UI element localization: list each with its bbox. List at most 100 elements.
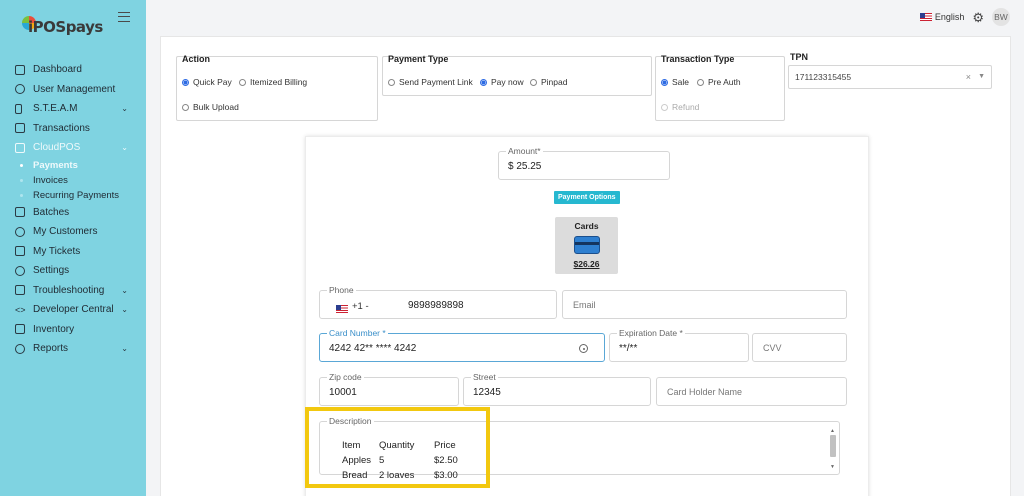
card-holder-name-field[interactable]: Card Holder Name — [656, 377, 847, 406]
sidebar-item-reports[interactable]: Reports ⌄ — [0, 339, 146, 359]
sidebar-item-label: Batches — [33, 206, 70, 218]
sidebar-subitem-label: Invoices — [33, 174, 68, 186]
main-panel: Action Quick Pay Itemized Billing Bulk U… — [160, 36, 1011, 496]
email-field[interactable]: Email — [562, 290, 847, 319]
inventory-icon — [15, 324, 25, 335]
sidebar-item-transactions[interactable]: Transactions — [0, 119, 146, 139]
app-logo[interactable]: iPOSpays — [22, 14, 103, 40]
radio-indicator — [530, 78, 537, 86]
radio-bulk-upload[interactable]: Bulk Upload — [182, 102, 239, 112]
sidebar-item-label: My Customers — [33, 226, 98, 238]
radio-quick-pay[interactable]: Quick Pay — [182, 77, 232, 87]
sidebar-item-batches[interactable]: Batches — [0, 203, 146, 223]
credit-card-icon — [574, 236, 600, 254]
textarea-scrollbar[interactable]: ▲ ▼ — [829, 428, 837, 470]
cvv-field[interactable]: CVV — [752, 333, 847, 362]
radio-itemized-billing[interactable]: Itemized Billing — [239, 77, 307, 87]
phone-field[interactable]: Phone +1 - 9898989898 — [319, 285, 557, 319]
sidebar-subitem-recurring-payments[interactable]: Recurring Payments — [0, 188, 146, 203]
expiration-date-field[interactable]: Expiration Date * **/** — [609, 328, 749, 362]
sidebar-item-user-management[interactable]: User Management — [0, 80, 146, 100]
radio-label: Sale — [672, 77, 690, 87]
street-field[interactable]: Street 12345 — [463, 372, 651, 406]
toolbox-icon — [15, 285, 25, 296]
radio-indicator — [388, 78, 395, 86]
sidebar-subitem-payments[interactable]: Payments — [0, 158, 146, 173]
cloud-pos-icon — [15, 142, 25, 153]
sidebar-item-label: Settings — [33, 265, 70, 277]
chevron-down-icon: ⌄ — [121, 305, 128, 314]
sidebar-item-label: Inventory — [33, 323, 75, 335]
email-placeholder: Email — [573, 300, 596, 310]
radio-pre-auth[interactable]: Pre Auth — [697, 77, 741, 87]
sidebar-item-label: Developer Central — [33, 304, 114, 316]
chevron-down-icon: ⌄ — [121, 285, 128, 295]
scroll-down-icon[interactable]: ▼ — [830, 464, 835, 470]
sidebar-nav: Dashboard User Management S.T.E.A.M ⌄ Tr… — [0, 60, 146, 359]
card-holder-name-placeholder: Card Holder Name — [667, 387, 743, 397]
card-number-label: Card Number * — [327, 328, 388, 338]
sidebar-item-dashboard[interactable]: Dashboard — [0, 60, 146, 80]
action-group-title: Action — [182, 54, 210, 64]
amount-field[interactable]: Amount* $ 25.25 — [498, 146, 670, 180]
device-icon — [15, 103, 22, 114]
sidebar-item-cloudpos[interactable]: CloudPOS ⌄ — [0, 138, 146, 158]
radio-indicator — [697, 78, 704, 86]
code-icon: <> — [15, 304, 26, 315]
sidebar-item-label: Troubleshooting — [33, 284, 105, 296]
cvv-placeholder: CVV — [763, 343, 782, 353]
sidebar-subitem-label: Recurring Payments — [33, 189, 120, 201]
tpn-value: 171123315455 — [795, 72, 852, 82]
sidebar-item-developer-central[interactable]: <> Developer Central ⌄ — [0, 300, 146, 320]
sidebar-item-inventory[interactable]: Inventory — [0, 320, 146, 340]
radio-label: Pinpad — [541, 77, 568, 87]
sidebar-item-steam[interactable]: S.T.E.A.M ⌄ — [0, 99, 146, 119]
topbar-actions: English ⚙ BW — [919, 8, 1010, 26]
avatar[interactable]: BW — [992, 8, 1010, 26]
card-number-value: 4242 42** **** 4242 — [329, 343, 417, 354]
scrollbar-thumb[interactable] — [830, 435, 836, 457]
chevron-down-icon[interactable]: ▼ — [978, 73, 985, 80]
radio-label: Quick Pay — [193, 77, 232, 87]
zip-code-field[interactable]: Zip code 10001 — [319, 372, 459, 406]
payment-option-title: Cards — [574, 221, 599, 231]
radio-label: Send Payment Link — [399, 77, 473, 87]
card-number-field[interactable]: Card Number * 4242 42** **** 4242 — [319, 328, 605, 362]
chevron-down-icon: ⌄ — [121, 143, 128, 152]
street-label: Street — [471, 372, 498, 382]
payment-option-cards[interactable]: Cards $26.26 — [555, 217, 618, 274]
radio-refund[interactable]: Refund — [661, 102, 699, 112]
transaction-type-group-title: Transaction Type — [661, 54, 735, 64]
tpn-select[interactable]: 171123315455 × ▼ — [788, 65, 992, 89]
scroll-up-icon[interactable]: ▲ — [830, 428, 835, 434]
sidebar-item-my-tickets[interactable]: My Tickets — [0, 242, 146, 262]
gear-icon[interactable]: ⚙ — [972, 11, 984, 24]
radio-sale[interactable]: Sale — [661, 77, 689, 87]
chevron-down-icon: ⌄ — [121, 344, 128, 353]
us-flag-icon — [919, 13, 932, 21]
target-icon[interactable] — [579, 344, 588, 353]
ticket-icon — [15, 246, 25, 257]
language-label: English — [934, 12, 965, 22]
amount-value: $ 25.25 — [508, 161, 542, 172]
hamburger-icon[interactable] — [118, 12, 130, 22]
sidebar-item-my-customers[interactable]: My Customers — [0, 222, 146, 242]
chat-icon — [15, 343, 25, 354]
action-group: Action Quick Pay Itemized Billing Bulk U… — [176, 54, 378, 121]
sidebar: iPOSpays Dashboard User Management S.T.E… — [0, 0, 146, 496]
radio-pinpad[interactable]: Pinpad — [530, 77, 567, 87]
sidebar-subitem-invoices[interactable]: Invoices — [0, 173, 146, 188]
sidebar-item-label: CloudPOS — [33, 142, 81, 154]
phone-number-value: 9898989898 — [408, 300, 464, 311]
sidebar-item-label: User Management — [33, 83, 116, 95]
clear-icon[interactable]: × — [966, 72, 971, 82]
sidebar-item-troubleshooting[interactable]: Troubleshooting ⌄ — [0, 281, 146, 301]
us-flag-icon[interactable] — [336, 305, 348, 313]
radio-pay-now[interactable]: Pay now — [480, 77, 524, 87]
radio-label: Pre Auth — [708, 77, 741, 87]
sidebar-item-settings[interactable]: Settings — [0, 261, 146, 281]
phone-country-code[interactable]: +1 - — [352, 301, 369, 312]
radio-send-payment-link[interactable]: Send Payment Link — [388, 77, 473, 87]
tpn-label: TPN — [790, 52, 808, 62]
language-selector[interactable]: English — [919, 12, 965, 22]
